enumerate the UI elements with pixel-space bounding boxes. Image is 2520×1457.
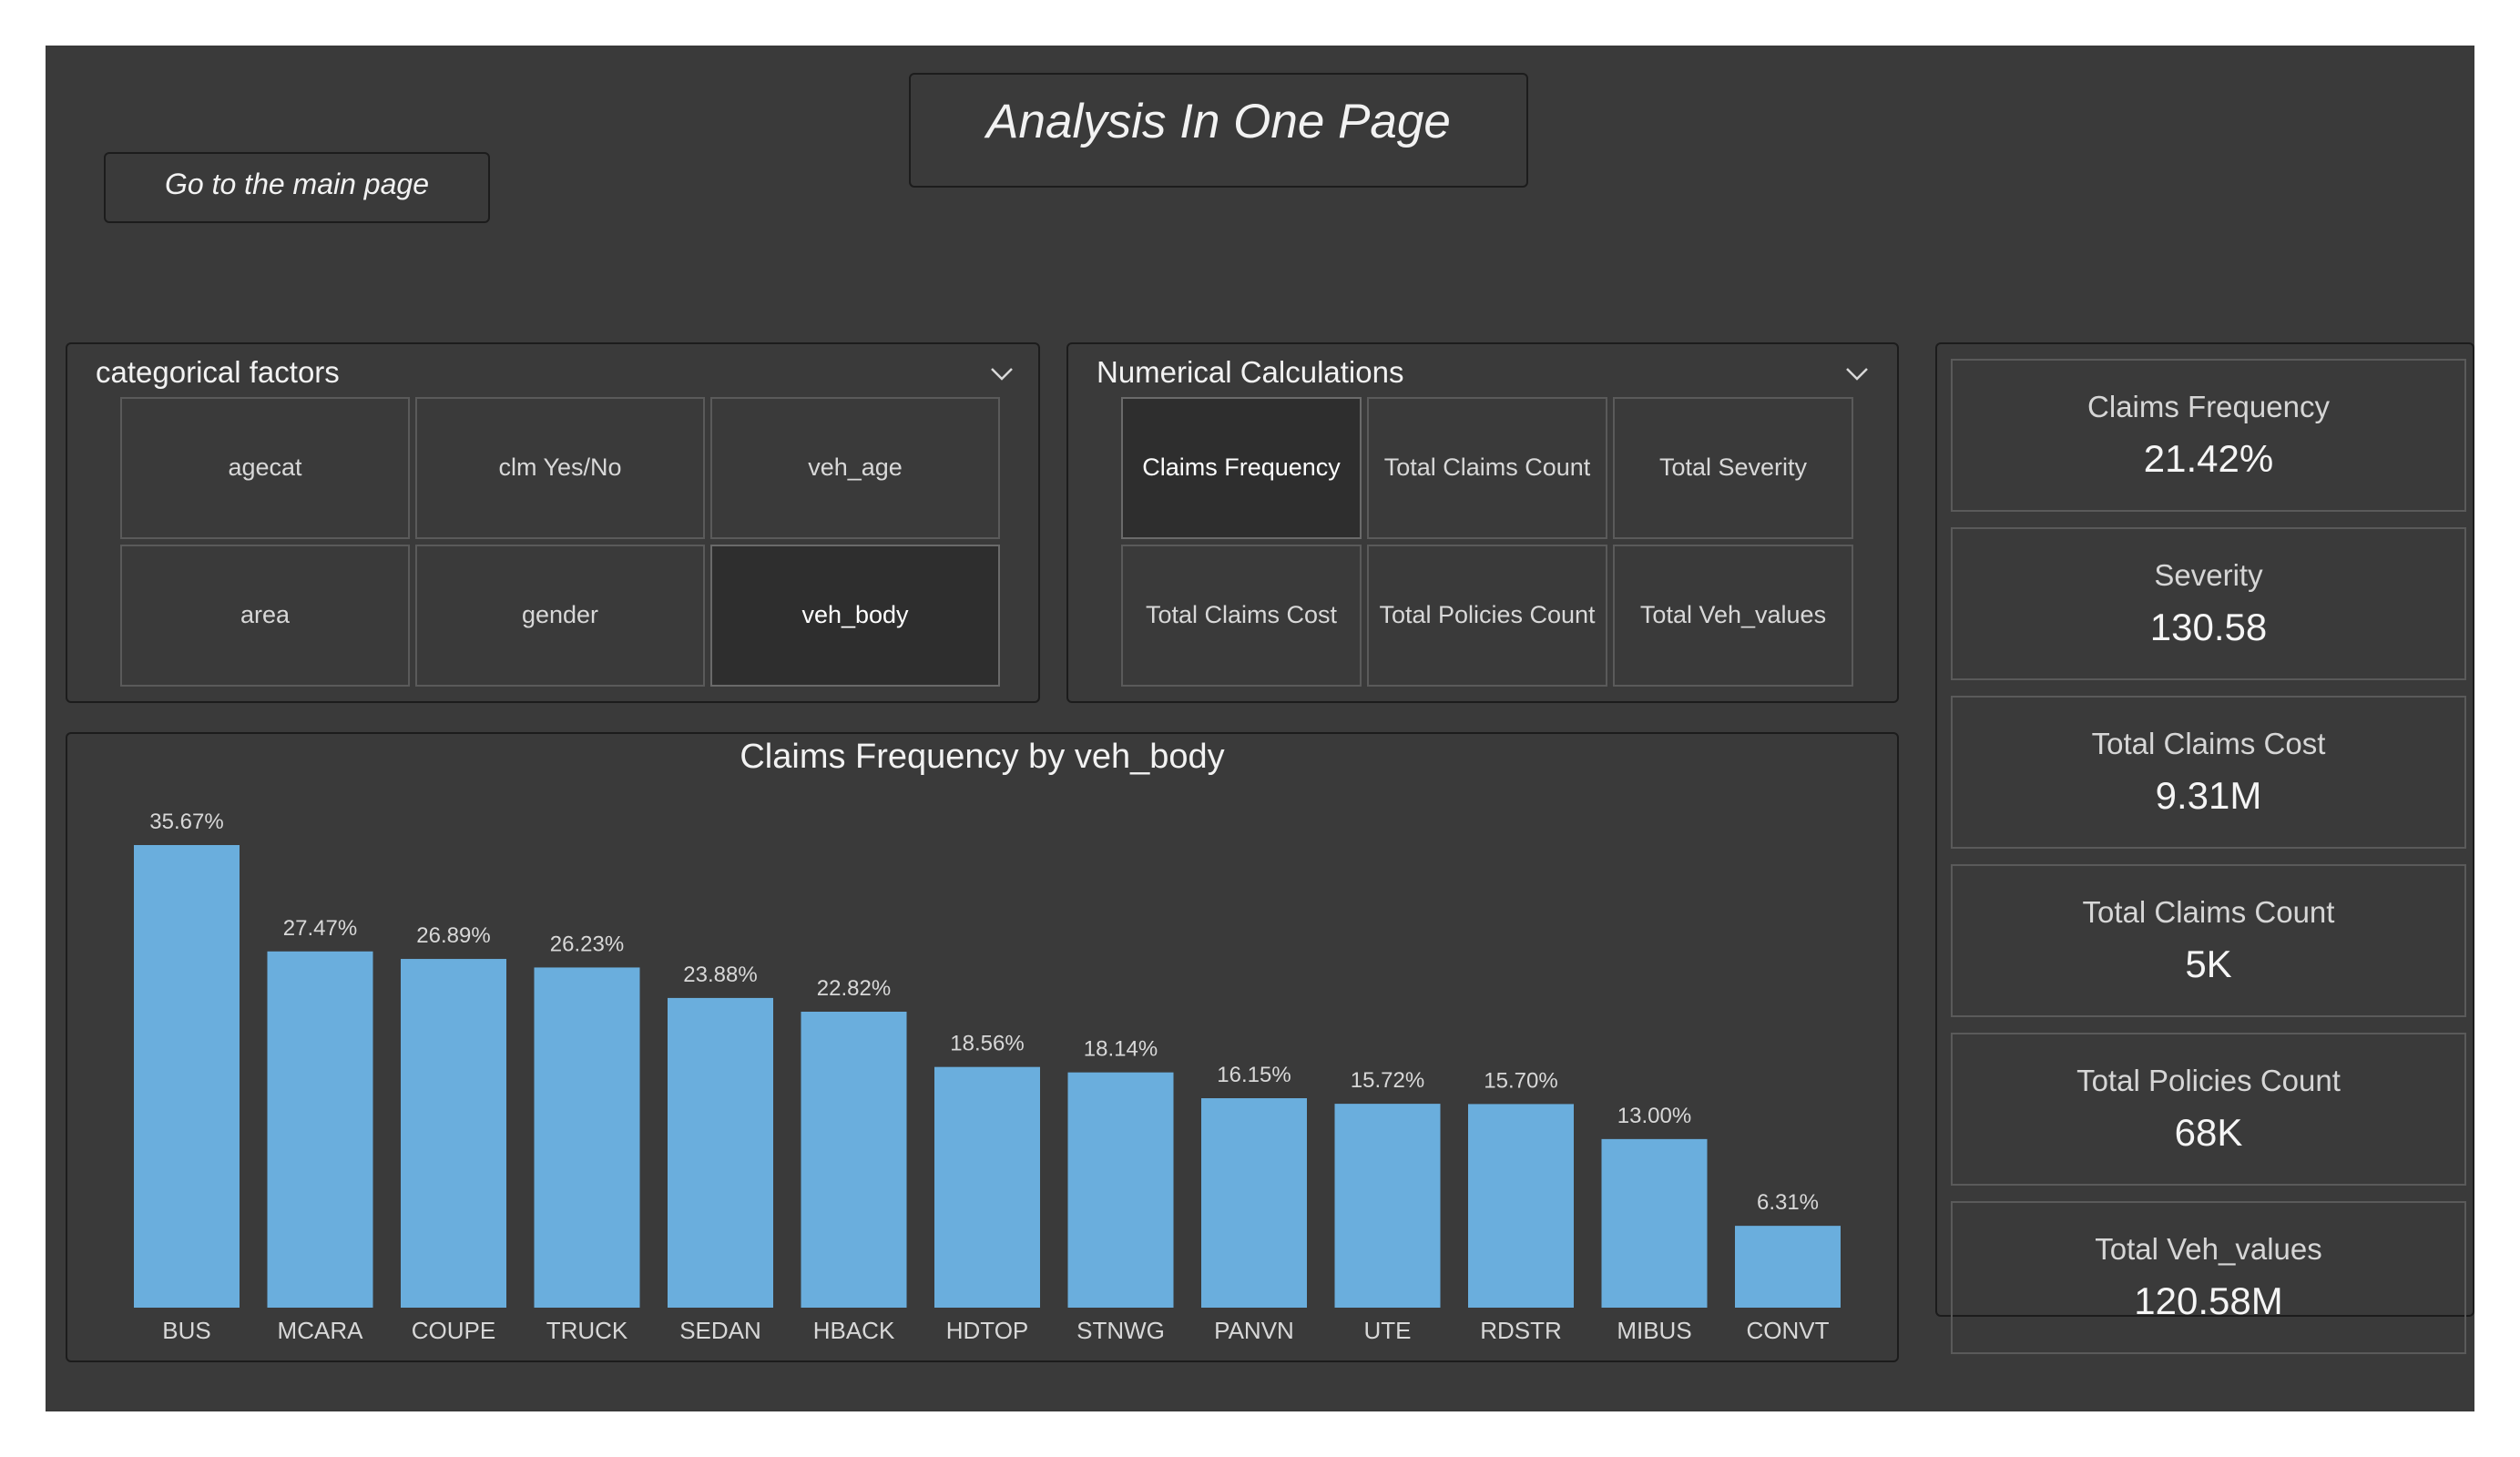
category-option-gender[interactable]: gender xyxy=(415,545,705,687)
calculation-option-claims-frequency[interactable]: Claims Frequency xyxy=(1121,397,1362,539)
x-tick-label-convt: CONVT xyxy=(1747,1317,1830,1344)
bar-hdtop[interactable] xyxy=(934,1066,1040,1308)
data-label-mcara: 27.47% xyxy=(283,916,357,941)
data-label-truck: 26.23% xyxy=(550,932,624,956)
x-tick-label-hdtop: HDTOP xyxy=(946,1317,1029,1344)
data-label-mibus: 13.00% xyxy=(1617,1104,1691,1128)
kpi-value: 130.58 xyxy=(2149,606,2268,648)
numerical-calculations-slicer: Numerical Calculations Claims Frequency T… xyxy=(1066,342,1899,703)
x-tick-label-rdstr: RDSTR xyxy=(1480,1317,1562,1344)
kpi-card-total-policies-count: Total Policies Count 68K xyxy=(1951,1033,2466,1186)
kpi-value: 5K xyxy=(2185,942,2232,985)
kpi-label: Total Claims Count xyxy=(2082,895,2335,929)
calculation-option-total-claims-count[interactable]: Total Claims Count xyxy=(1367,397,1607,539)
data-label-bus: 35.67% xyxy=(149,810,223,834)
main-page-button-label: Go to the main page xyxy=(165,167,429,200)
category-option-area[interactable]: area xyxy=(120,545,410,687)
page-title: Analysis In One Page xyxy=(986,94,1451,148)
kpi-card-total-claims-cost: Total Claims Cost 9.31M xyxy=(1951,696,2466,849)
x-tick-label-hback: HBACK xyxy=(813,1317,895,1344)
x-tick-label-panvn: PANVN xyxy=(1214,1317,1294,1344)
dashboard-canvas: Analysis In One Page Go to the main page… xyxy=(46,46,2474,1411)
chevron-down-icon[interactable] xyxy=(989,361,1015,386)
bar-chart-svg: 35.67% BUS 27.47% MCARA 26.89% COUPE 26.23% TRU… xyxy=(134,810,1841,1344)
kpi-label: Severity xyxy=(2154,558,2263,592)
kpi-value: 9.31M xyxy=(2155,774,2262,817)
x-tick-label-coupe: COUPE xyxy=(412,1317,495,1344)
bar-stnwg[interactable] xyxy=(1067,1072,1174,1308)
data-label-sedan: 23.88% xyxy=(683,963,757,987)
data-label-ute: 15.72% xyxy=(1351,1068,1424,1093)
data-label-hdtop: 18.56% xyxy=(950,1032,1024,1056)
kpi-label: Total Veh_values xyxy=(2095,1232,2322,1266)
kpi-value: 21.42% xyxy=(2143,437,2274,480)
data-label-hback: 22.82% xyxy=(817,976,891,1001)
data-label-convt: 6.31% xyxy=(1757,1190,1819,1215)
bar-mcara[interactable] xyxy=(267,951,373,1308)
calculation-option-total-claims-cost[interactable]: Total Claims Cost xyxy=(1121,545,1362,687)
bar-sedan[interactable] xyxy=(668,997,773,1308)
data-label-rdstr: 15.70% xyxy=(1484,1068,1557,1093)
bar-hback[interactable] xyxy=(801,1012,907,1308)
main-page-button[interactable]: Go to the main page xyxy=(104,152,490,223)
bar-bus[interactable] xyxy=(134,845,240,1308)
kpi-value: 68K xyxy=(2174,1111,2243,1154)
data-label-stnwg: 18.14% xyxy=(1084,1037,1158,1062)
kpi-label: Claims Frequency xyxy=(2087,390,2330,423)
chevron-down-icon[interactable] xyxy=(1844,361,1870,386)
x-tick-label-bus: BUS xyxy=(162,1317,210,1344)
calculation-option-total-severity[interactable]: Total Severity xyxy=(1613,397,1853,539)
kpi-label: Total Policies Count xyxy=(2076,1064,2341,1097)
bar-convt[interactable] xyxy=(1735,1226,1841,1308)
x-tick-label-stnwg: STNWG xyxy=(1076,1317,1165,1344)
kpi-card-severity: Severity 130.58 xyxy=(1951,527,2466,680)
calculation-option-total-veh-values[interactable]: Total Veh_values xyxy=(1613,545,1853,687)
bar-truck[interactable] xyxy=(534,967,640,1308)
category-option-agecat[interactable]: agecat xyxy=(120,397,410,539)
bar-mibus[interactable] xyxy=(1601,1138,1708,1308)
category-option-clm-yes-no[interactable]: clm Yes/No xyxy=(415,397,705,539)
kpi-card-total-veh-values: Total Veh_values 120.58M xyxy=(1951,1201,2466,1354)
categorical-factors-title: categorical factors xyxy=(96,355,340,389)
numerical-calculations-title: Numerical Calculations xyxy=(1097,355,1404,389)
calculation-option-total-policies-count[interactable]: Total Policies Count xyxy=(1367,545,1607,687)
kpi-label: Total Claims Cost xyxy=(2091,727,2326,760)
x-tick-label-truck: TRUCK xyxy=(546,1317,628,1344)
bar-rdstr[interactable] xyxy=(1468,1104,1574,1308)
kpi-card-total-claims-count: Total Claims Count 5K xyxy=(1951,864,2466,1017)
data-label-panvn: 16.15% xyxy=(1217,1063,1291,1087)
categorical-factors-slicer: categorical factors agecat clm Yes/No veh_… xyxy=(66,342,1040,703)
x-tick-label-mibus: MIBUS xyxy=(1617,1317,1691,1344)
category-option-veh-age[interactable]: veh_age xyxy=(710,397,1000,539)
page-title-box: Analysis In One Page xyxy=(909,73,1528,188)
category-option-veh-body[interactable]: veh_body xyxy=(710,545,1000,687)
kpi-value: 120.58M xyxy=(2134,1279,2283,1322)
claims-frequency-chart: Claims Frequency by veh_body 35.67% BUS 27… xyxy=(66,732,1899,1362)
x-tick-label-mcara: MCARA xyxy=(278,1317,364,1344)
x-tick-label-sedan: SEDAN xyxy=(679,1317,761,1344)
bar-coupe[interactable] xyxy=(401,959,506,1308)
x-tick-label-ute: UTE xyxy=(1364,1317,1412,1344)
kpi-card-claims-frequency: Claims Frequency 21.42% xyxy=(1951,359,2466,512)
bar-ute[interactable] xyxy=(1334,1104,1441,1308)
data-label-coupe: 26.89% xyxy=(416,923,490,948)
bar-panvn[interactable] xyxy=(1201,1097,1307,1308)
